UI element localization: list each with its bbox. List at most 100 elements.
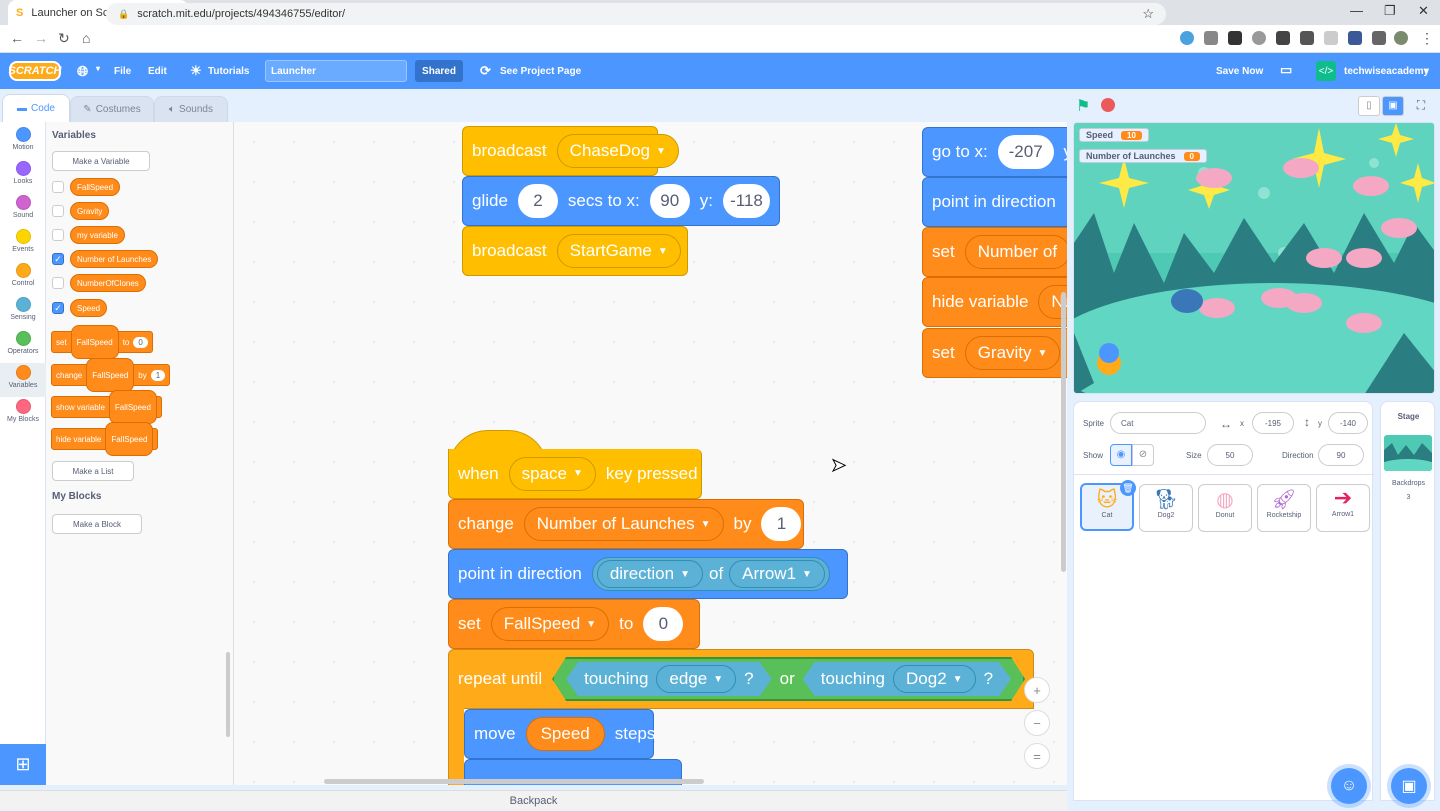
category-variables[interactable]: Variables	[0, 363, 46, 397]
variable-checkbox[interactable]	[52, 229, 64, 241]
delete-sprite-icon[interactable]: 🗑︎	[1120, 480, 1136, 496]
palette-show-variable-block[interactable]: show variable FallSpeed	[51, 390, 162, 424]
set-variable-block[interactable]: set Number of	[922, 227, 1067, 277]
reload-icon[interactable]: ↻	[58, 30, 70, 47]
palette-set-block[interactable]: set FallSpeed to 0	[51, 325, 153, 359]
sprite-thumb-dog2[interactable]: 🐕︎ Dog2	[1139, 484, 1193, 532]
vertical-scrollbar[interactable]	[1061, 292, 1066, 572]
maximize-icon[interactable]: ❐	[1384, 3, 1396, 19]
small-stage-button[interactable]: ▯	[1358, 96, 1380, 116]
touching-block[interactable]: touching Dog2 ▼ ?	[803, 662, 1011, 696]
username-menu[interactable]: techwiseacademy	[1344, 66, 1429, 77]
glide-x-input[interactable]: 90	[649, 184, 690, 218]
extension-tool-icon[interactable]	[1300, 31, 1314, 45]
extension-facebook-icon[interactable]	[1348, 31, 1362, 45]
speed-monitor[interactable]: Speed 10	[1079, 128, 1149, 142]
variable-dropdown[interactable]: FallSpeed ▼	[490, 607, 610, 641]
sprite-thumb-arrow1[interactable]: ➔ Arrow1	[1316, 484, 1370, 532]
touching-block[interactable]: touching edge ▼ ?	[566, 662, 771, 696]
category-operators[interactable]: Operators	[0, 331, 46, 363]
extension-grid-icon[interactable]	[1276, 31, 1290, 45]
extensions-puzzle-icon[interactable]	[1372, 31, 1386, 45]
variable-checkbox-checked[interactable]: ✓	[52, 302, 64, 314]
file-menu[interactable]: File	[114, 66, 131, 77]
fullscreen-icon[interactable]: ⛶	[1410, 96, 1432, 116]
speed-reporter[interactable]: Speed	[525, 717, 605, 751]
backpack-bar[interactable]: Backpack	[0, 790, 1067, 810]
category-control[interactable]: Control	[0, 263, 46, 295]
glide-y-input[interactable]: -118	[722, 184, 770, 218]
home-icon[interactable]: ⌂	[82, 30, 90, 46]
sprite-thumb-rocketship[interactable]: 🚀︎ Rocketship	[1257, 484, 1311, 532]
variable-reporter[interactable]: my variable	[70, 226, 125, 244]
stage-selector[interactable]: Stage Backdrops 3 ▣	[1380, 401, 1435, 804]
green-flag-icon[interactable]: ⚑	[1076, 96, 1090, 116]
point-in-direction-block[interactable]: point in direction direction ▼ of Arrow1 ▼	[448, 549, 848, 599]
zoom-reset-button[interactable]: =	[1024, 743, 1050, 769]
key-dropdown[interactable]: space ▼	[508, 456, 596, 491]
add-extension-button[interactable]: ⊞	[0, 744, 46, 785]
x-field[interactable]: -195	[1252, 412, 1294, 434]
point-in-direction-block[interactable]: point in direction	[922, 177, 1067, 227]
category-sound[interactable]: Sound	[0, 195, 46, 227]
close-window-icon[interactable]: ✕	[1418, 3, 1429, 19]
goto-xy-block[interactable]: go to x: -207 y	[922, 127, 1067, 177]
minimize-icon[interactable]: —	[1350, 3, 1363, 18]
project-title-field[interactable]: Launcher	[265, 60, 407, 82]
large-stage-button[interactable]: ▣	[1382, 96, 1404, 116]
glide-secs-input[interactable]: 2	[517, 184, 558, 218]
hide-eye-icon[interactable]: ⊘	[1132, 444, 1154, 466]
size-field[interactable]: 50	[1207, 444, 1253, 466]
variable-reporter[interactable]: Number of Launches	[70, 250, 159, 268]
make-variable-button[interactable]: Make a Variable	[52, 151, 150, 171]
shared-button[interactable]: Shared	[415, 60, 463, 82]
see-project-page-link[interactable]: See Project Page	[500, 66, 581, 77]
category-sensing[interactable]: Sensing	[0, 297, 46, 329]
glide-block[interactable]: glide 2 secs to x: 90 y: -118	[462, 176, 780, 226]
variable-reporter[interactable]: Speed	[70, 299, 108, 317]
y-field[interactable]: -140	[1328, 412, 1368, 434]
variable-checkbox[interactable]	[52, 205, 64, 217]
language-globe-icon[interactable]: 🌐︎	[77, 63, 88, 80]
variable-reporter[interactable]: FallSpeed	[70, 178, 121, 196]
palette-hide-variable-block[interactable]: hide variable FallSpeed	[51, 422, 159, 456]
variable-checkbox[interactable]	[52, 277, 64, 289]
my-stuff-folder-icon[interactable]: ▭	[1280, 62, 1292, 78]
set-variable-block[interactable]: set Gravity ▼	[922, 328, 1067, 378]
launches-monitor[interactable]: Number of Launches 0	[1079, 149, 1207, 163]
tab-costumes[interactable]: ✎ Costumes	[70, 96, 154, 122]
variable-dropdown[interactable]: Number of Launches ▼	[523, 507, 724, 541]
stop-icon[interactable]	[1101, 98, 1115, 112]
account-chevron-icon[interactable]: ▾	[1424, 66, 1428, 75]
zoom-in-button[interactable]: +	[1024, 677, 1050, 703]
add-backdrop-button[interactable]: ▣	[1391, 768, 1427, 804]
extension-cloud-icon[interactable]	[1180, 31, 1194, 45]
bookmark-star-icon[interactable]: ☆	[1142, 6, 1154, 22]
zoom-out-button[interactable]: −	[1024, 710, 1050, 736]
extension-dropbox-icon[interactable]	[1204, 31, 1218, 45]
save-now-button[interactable]: Save Now	[1216, 66, 1263, 77]
script-area[interactable]: broadcast ChaseDog ▼ glide 2 secs to x: 9…	[234, 122, 1067, 785]
variable-checkbox-checked[interactable]: ✓	[52, 253, 64, 265]
category-looks[interactable]: Looks	[0, 161, 46, 193]
category-events[interactable]: Events	[0, 229, 46, 261]
variable-reporter[interactable]: NumberOfClones	[70, 274, 146, 292]
account-avatar-icon[interactable]: </>	[1316, 61, 1336, 81]
make-list-button[interactable]: Make a List	[52, 461, 134, 481]
make-block-button[interactable]: Make a Block	[52, 514, 142, 534]
category-myblocks[interactable]: My Blocks	[0, 399, 46, 431]
extension-card-icon[interactable]	[1324, 31, 1338, 45]
variable-checkbox[interactable]	[52, 181, 64, 193]
set-variable-block[interactable]: set FallSpeed ▼ to 0	[448, 599, 700, 649]
palette-scrollbar[interactable]	[226, 652, 230, 737]
variable-reporter[interactable]: Gravity	[70, 202, 110, 220]
when-key-pressed-block[interactable]: when space ▼ key pressed	[448, 449, 702, 499]
palette-change-block[interactable]: change FallSpeed by 1	[51, 358, 171, 392]
stage-thumbnail[interactable]	[1384, 435, 1432, 471]
category-motion[interactable]: Motion	[0, 127, 46, 159]
language-chevron-icon[interactable]: ▾	[96, 64, 100, 73]
sprite-thumb-donut[interactable]: ◍ Donut	[1198, 484, 1252, 532]
change-value-input[interactable]: 1	[761, 507, 802, 541]
or-operator-block[interactable]: touching edge ▼ ? or touching Dog2 ▼ ?	[552, 657, 1025, 701]
sensing-of-reporter[interactable]: direction ▼ of Arrow1 ▼	[591, 557, 830, 591]
